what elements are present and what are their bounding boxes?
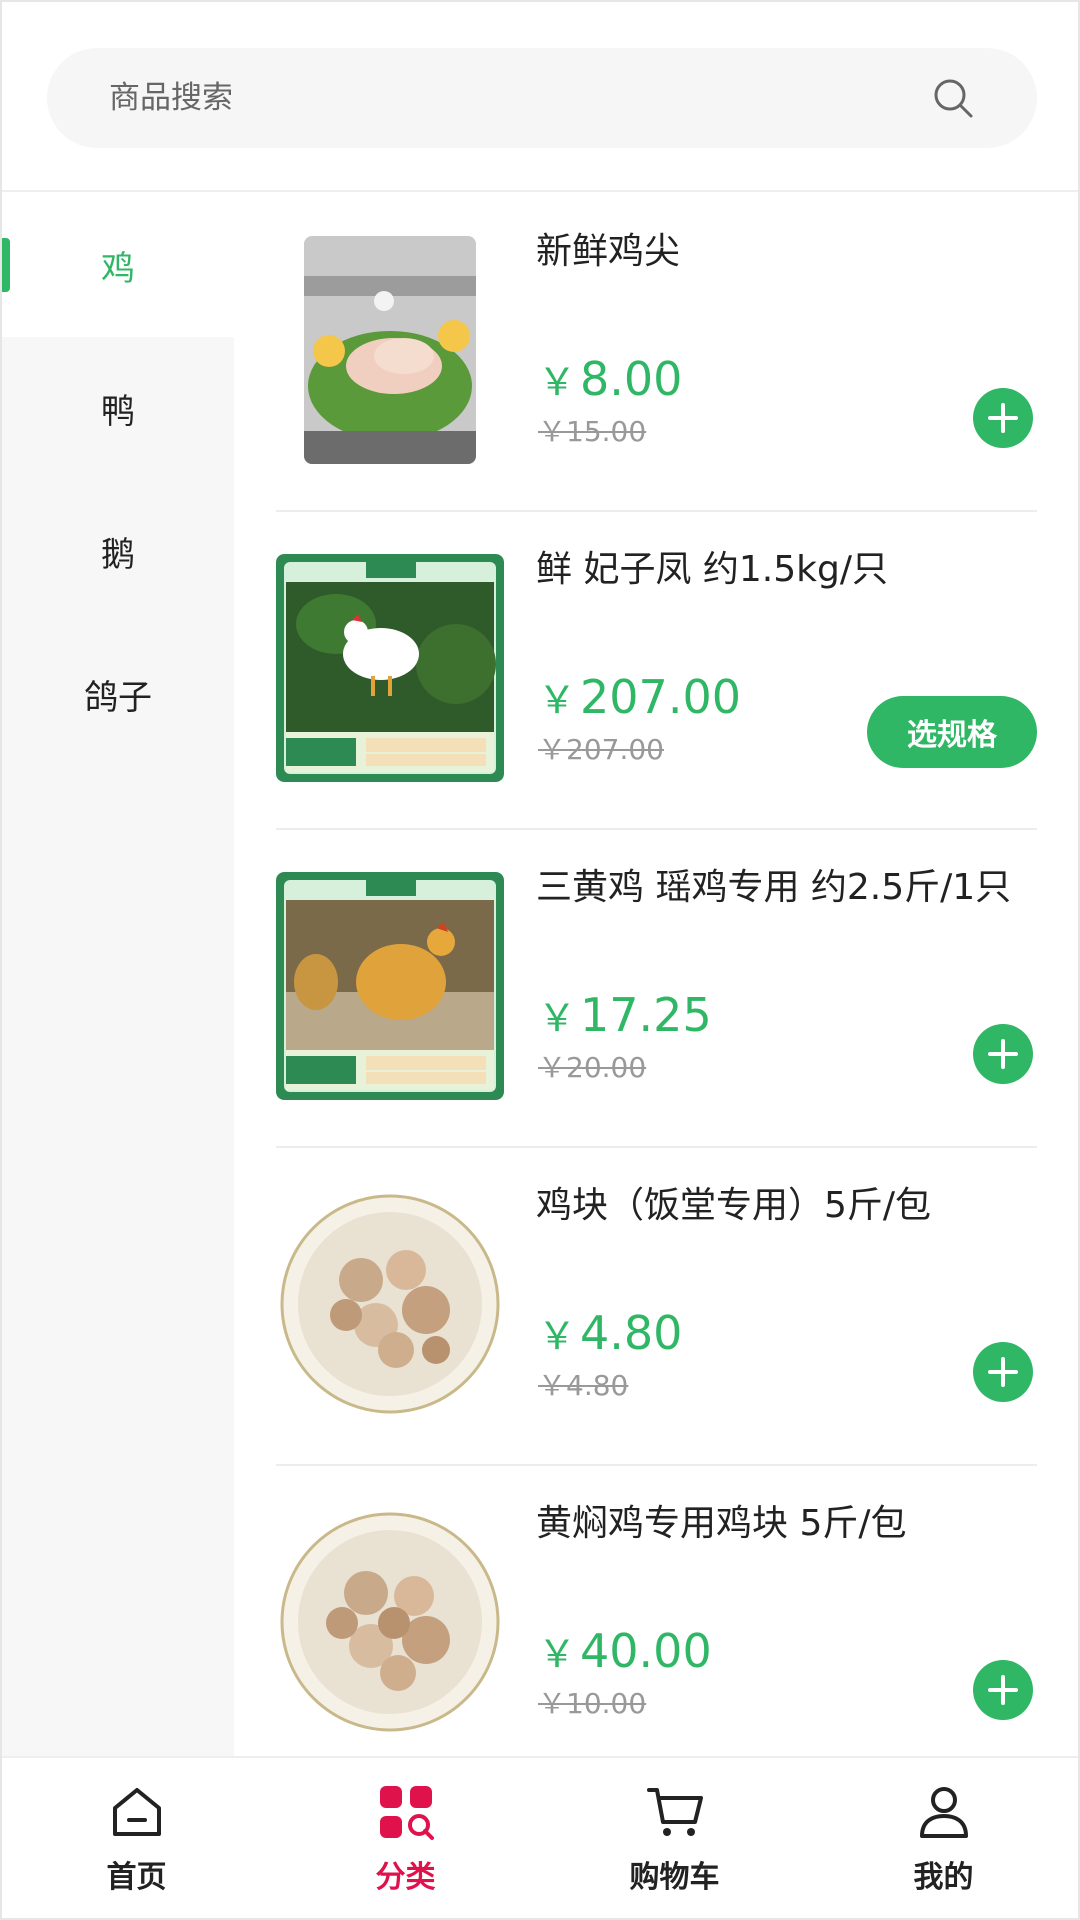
product-image[interactable] xyxy=(304,236,476,464)
product-name[interactable]: 黄焖鸡专用鸡块 5斤/包 xyxy=(536,1498,1037,1550)
product-name[interactable]: 鸡块（饭堂专用）5斤/包 xyxy=(536,1180,1037,1232)
tab-label: 购物车 xyxy=(629,1860,720,1895)
search-bar[interactable] xyxy=(47,48,1037,148)
price-value: 8.00 xyxy=(580,352,683,406)
cart-icon xyxy=(646,1788,703,1836)
tab-profile[interactable]: 我的 xyxy=(809,1758,1078,1918)
add-to-cart-button[interactable] xyxy=(973,388,1033,448)
currency-symbol: ￥ xyxy=(538,1632,577,1676)
select-spec-button[interactable]: 选规格 xyxy=(867,696,1037,768)
product-image[interactable] xyxy=(276,872,504,1100)
tab-label: 分类 xyxy=(375,1860,436,1895)
original-price: ￥207.00 xyxy=(538,733,664,766)
price-value: 207.00 xyxy=(580,670,741,724)
product-item[interactable]: 鸡块（饭堂专用）5斤/包 ￥4.80 ￥4.80 xyxy=(276,1148,1037,1466)
category-icon xyxy=(379,1786,434,1840)
product-name[interactable]: 三黄鸡 瑶鸡专用 约2.5斤/1只 xyxy=(536,862,1037,914)
app-frame: 鸡 鸭 鹅 鸽子 xyxy=(0,0,1080,1920)
tab-cart[interactable]: 购物车 xyxy=(540,1758,809,1918)
product-list: 新鲜鸡尖 ￥8.00 ￥15.00 鲜 妃子凤 约1.5kg/只 ￥207.00… xyxy=(234,194,1078,1760)
sidebar-item-label: 鹅 xyxy=(101,535,135,575)
add-to-cart-button[interactable] xyxy=(973,1342,1033,1402)
price-value: 17.25 xyxy=(580,988,712,1042)
product-image[interactable] xyxy=(276,1508,504,1736)
product-item[interactable]: 黄焖鸡专用鸡块 5斤/包 ￥40.00 ￥10.00 xyxy=(276,1466,1037,1760)
sidebar-item-label: 鸡 xyxy=(101,249,135,289)
currency-symbol: ￥ xyxy=(538,678,577,722)
search-icon[interactable] xyxy=(929,74,977,122)
add-to-cart-button[interactable] xyxy=(973,1024,1033,1084)
product-item[interactable]: 新鲜鸡尖 ￥8.00 ￥15.00 xyxy=(276,194,1037,512)
plus-icon xyxy=(988,1675,1018,1705)
home-icon xyxy=(112,1788,161,1836)
currency-symbol: ￥ xyxy=(538,360,577,404)
plus-icon xyxy=(988,1039,1018,1069)
product-image[interactable] xyxy=(276,554,504,782)
sidebar-item-pigeon[interactable]: 鸽子 xyxy=(2,623,234,766)
header xyxy=(2,2,1078,192)
add-to-cart-button[interactable] xyxy=(973,1660,1033,1720)
original-price: ￥10.00 xyxy=(538,1687,647,1720)
original-price: ￥20.00 xyxy=(538,1051,647,1084)
tab-label: 我的 xyxy=(913,1860,974,1895)
user-icon xyxy=(919,1787,968,1838)
currency-symbol: ￥ xyxy=(538,1314,577,1358)
product-name[interactable]: 鲜 妃子凤 约1.5kg/只 xyxy=(536,544,1037,596)
product-image[interactable] xyxy=(276,1190,504,1418)
plus-icon xyxy=(988,1357,1018,1387)
currency-symbol: ￥ xyxy=(538,996,577,1040)
product-item[interactable]: 鲜 妃子凤 约1.5kg/只 ￥207.00 ￥207.00 选规格 xyxy=(276,512,1037,830)
bottom-tab-bar: 首页 分类 购物车 我的 xyxy=(2,1756,1078,1918)
plus-icon xyxy=(988,403,1018,433)
product-item[interactable]: 三黄鸡 瑶鸡专用 约2.5斤/1只 ￥17.25 ￥20.00 xyxy=(276,830,1037,1148)
price-value: 4.80 xyxy=(580,1306,683,1360)
original-price: ￥4.80 xyxy=(538,1369,629,1402)
sidebar-item-goose[interactable]: 鹅 xyxy=(2,480,234,623)
sidebar-item-duck[interactable]: 鸭 xyxy=(2,337,234,480)
product-price: ￥40.00 xyxy=(538,1624,712,1681)
tab-label: 首页 xyxy=(106,1860,167,1895)
sidebar-item-label: 鸭 xyxy=(101,392,135,432)
product-name[interactable]: 新鲜鸡尖 xyxy=(536,226,1037,278)
category-sidebar: 鸡 鸭 鹅 鸽子 xyxy=(2,194,234,1760)
sidebar-item-label: 鸽子 xyxy=(84,678,152,718)
tab-category[interactable]: 分类 xyxy=(271,1758,540,1918)
product-price: ￥207.00 xyxy=(538,670,741,727)
product-price: ￥8.00 xyxy=(538,352,682,409)
product-price: ￥4.80 xyxy=(538,1306,682,1363)
product-price: ￥17.25 xyxy=(538,988,712,1045)
sidebar-item-chicken[interactable]: 鸡 xyxy=(2,194,234,337)
search-input[interactable] xyxy=(107,79,929,117)
original-price: ￥15.00 xyxy=(538,415,647,448)
tab-home[interactable]: 首页 xyxy=(2,1758,271,1918)
price-value: 40.00 xyxy=(580,1624,712,1678)
